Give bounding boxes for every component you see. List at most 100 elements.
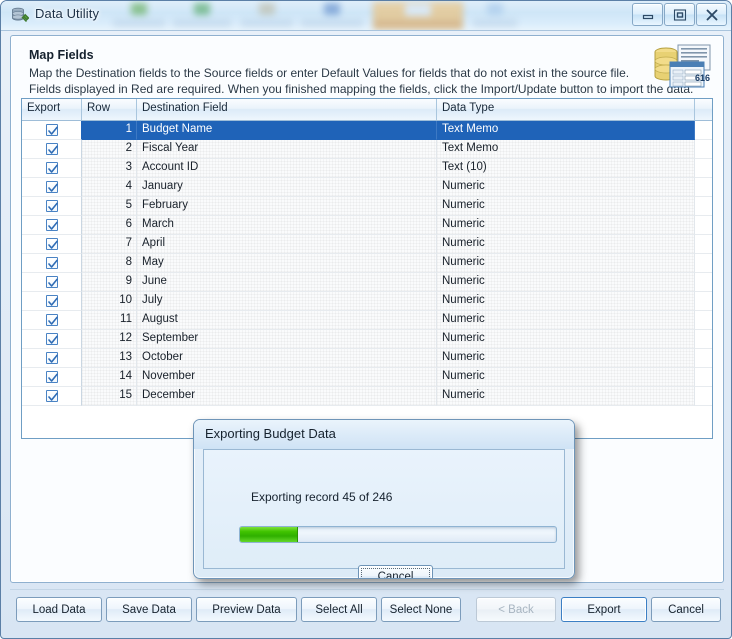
data-type-cell[interactable]: Numeric (437, 273, 695, 292)
destination-field-cell[interactable]: Account ID (137, 159, 437, 178)
export-checkbox[interactable] (45, 238, 58, 250)
table-row[interactable]: 5 February Numeric (22, 197, 712, 216)
row-number-cell[interactable]: 4 (82, 178, 137, 197)
column-header-destination-field[interactable]: Destination Field (137, 99, 437, 120)
destination-field-cell[interactable]: October (137, 349, 437, 368)
export-checkbox[interactable] (45, 352, 58, 364)
export-checkbox-cell[interactable] (22, 311, 82, 330)
select-all-button[interactable]: Select All (301, 597, 377, 622)
destination-field-cell[interactable]: July (137, 292, 437, 311)
data-type-cell[interactable]: Numeric (437, 216, 695, 235)
export-checkbox[interactable] (45, 162, 58, 174)
table-row[interactable]: 7 April Numeric (22, 235, 712, 254)
data-type-cell[interactable]: Numeric (437, 197, 695, 216)
export-checkbox[interactable] (45, 181, 58, 193)
destination-field-cell[interactable]: November (137, 368, 437, 387)
row-number-cell[interactable]: 15 (82, 387, 137, 406)
table-row[interactable]: 8 May Numeric (22, 254, 712, 273)
data-type-cell[interactable]: Numeric (437, 311, 695, 330)
row-number-cell[interactable]: 13 (82, 349, 137, 368)
column-header-data-type[interactable]: Data Type (437, 99, 695, 120)
dialog-cancel-button[interactable]: Cancel (358, 565, 433, 578)
export-checkbox-cell[interactable] (22, 254, 82, 273)
column-header-row[interactable]: Row (82, 99, 137, 120)
data-type-cell[interactable]: Text (10) (437, 159, 695, 178)
destination-field-cell[interactable]: December (137, 387, 437, 406)
table-row[interactable]: 13 October Numeric (22, 349, 712, 368)
field-mapping-grid[interactable]: Export Row Destination Field Data Type 1… (21, 98, 713, 439)
data-type-cell[interactable]: Numeric (437, 235, 695, 254)
table-row[interactable]: 2 Fiscal Year Text Memo (22, 140, 712, 159)
table-row[interactable]: 6 March Numeric (22, 216, 712, 235)
export-checkbox-cell[interactable] (22, 197, 82, 216)
destination-field-cell[interactable]: May (137, 254, 437, 273)
export-checkbox-cell[interactable] (22, 159, 82, 178)
export-checkbox[interactable] (45, 143, 58, 155)
export-checkbox[interactable] (45, 371, 58, 383)
row-number-cell[interactable]: 10 (82, 292, 137, 311)
table-row[interactable]: 10 July Numeric (22, 292, 712, 311)
destination-field-cell[interactable]: Budget Name (137, 121, 437, 140)
table-row[interactable]: 15 December Numeric (22, 387, 712, 406)
export-checkbox-cell[interactable] (22, 330, 82, 349)
data-type-cell[interactable]: Numeric (437, 330, 695, 349)
select-none-button[interactable]: Select None (381, 597, 461, 622)
destination-field-cell[interactable]: March (137, 216, 437, 235)
table-row[interactable]: 14 November Numeric (22, 368, 712, 387)
table-row[interactable]: 12 September Numeric (22, 330, 712, 349)
close-button[interactable] (696, 3, 727, 26)
export-checkbox-cell[interactable] (22, 387, 82, 406)
row-number-cell[interactable]: 9 (82, 273, 137, 292)
destination-field-cell[interactable]: Fiscal Year (137, 140, 437, 159)
row-number-cell[interactable]: 3 (82, 159, 137, 178)
destination-field-cell[interactable]: June (137, 273, 437, 292)
destination-field-cell[interactable]: April (137, 235, 437, 254)
row-number-cell[interactable]: 6 (82, 216, 137, 235)
row-number-cell[interactable]: 11 (82, 311, 137, 330)
export-checkbox-cell[interactable] (22, 216, 82, 235)
export-checkbox-cell[interactable] (22, 178, 82, 197)
export-checkbox-cell[interactable] (22, 235, 82, 254)
row-number-cell[interactable]: 8 (82, 254, 137, 273)
destination-field-cell[interactable]: February (137, 197, 437, 216)
data-type-cell[interactable]: Numeric (437, 292, 695, 311)
data-type-cell[interactable]: Text Memo (437, 121, 695, 140)
table-row[interactable]: 9 June Numeric (22, 273, 712, 292)
export-checkbox[interactable] (45, 295, 58, 307)
export-checkbox[interactable] (45, 257, 58, 269)
destination-field-cell[interactable]: September (137, 330, 437, 349)
export-checkbox-cell[interactable] (22, 349, 82, 368)
row-number-cell[interactable]: 5 (82, 197, 137, 216)
export-checkbox-cell[interactable] (22, 368, 82, 387)
row-number-cell[interactable]: 2 (82, 140, 137, 159)
destination-field-cell[interactable]: August (137, 311, 437, 330)
table-row[interactable]: 11 August Numeric (22, 311, 712, 330)
column-header-export[interactable]: Export (22, 99, 82, 120)
row-number-cell[interactable]: 1 (82, 121, 137, 140)
export-checkbox[interactable] (45, 200, 58, 212)
export-checkbox-cell[interactable] (22, 273, 82, 292)
table-row[interactable]: 1 Budget Name Text Memo (22, 121, 712, 140)
export-checkbox-cell[interactable] (22, 140, 82, 159)
export-checkbox[interactable] (45, 333, 58, 345)
row-number-cell[interactable]: 12 (82, 330, 137, 349)
data-type-cell[interactable]: Numeric (437, 387, 695, 406)
cancel-button[interactable]: Cancel (651, 597, 721, 622)
export-checkbox-cell[interactable] (22, 292, 82, 311)
minimize-button[interactable] (632, 3, 663, 26)
data-type-cell[interactable]: Text Memo (437, 140, 695, 159)
export-checkbox-cell[interactable] (22, 121, 82, 140)
table-row[interactable]: 4 January Numeric (22, 178, 712, 197)
data-type-cell[interactable]: Numeric (437, 368, 695, 387)
data-type-cell[interactable]: Numeric (437, 254, 695, 273)
save-data-button[interactable]: Save Data (106, 597, 192, 622)
destination-field-cell[interactable]: January (137, 178, 437, 197)
export-checkbox[interactable] (45, 276, 58, 288)
preview-data-button[interactable]: Preview Data (196, 597, 297, 622)
maximize-button[interactable] (664, 3, 695, 26)
row-number-cell[interactable]: 14 (82, 368, 137, 387)
export-checkbox[interactable] (45, 219, 58, 231)
export-checkbox[interactable] (45, 390, 58, 402)
table-row[interactable]: 3 Account ID Text (10) (22, 159, 712, 178)
export-button[interactable]: Export (561, 597, 647, 622)
